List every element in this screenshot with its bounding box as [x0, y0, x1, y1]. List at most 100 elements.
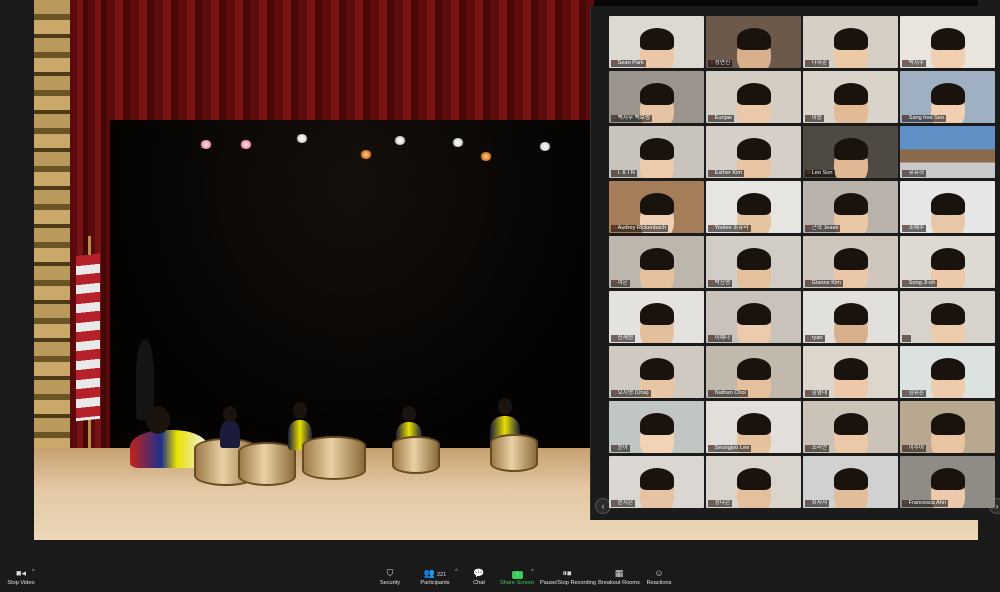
- people-icon: 👥 221: [423, 568, 447, 578]
- mic-muted-icon: ⦸: [904, 390, 908, 396]
- participant-video-tile[interactable]: ⦸이주아: [900, 401, 995, 453]
- participant-video-tile[interactable]: ⦸I. K I N: [609, 126, 704, 178]
- participants-options-caret[interactable]: ^: [455, 569, 458, 575]
- stage-light: [360, 150, 372, 159]
- participant-video-tile[interactable]: ⦸박진영: [706, 236, 801, 288]
- participant-name-label: ⦸: [902, 335, 911, 342]
- video-options-caret[interactable]: ^: [32, 569, 35, 575]
- participant-video-tile[interactable]: ⦸윤지은: [609, 456, 704, 508]
- mic-muted-icon: ⦸: [807, 335, 811, 341]
- participant-name-label: ⦸오지영 (Una): [611, 390, 651, 397]
- participant-video-tile[interactable]: ⦸Yoolee 조유리: [706, 181, 801, 233]
- participant-video-tile[interactable]: ⦸ryan: [803, 291, 898, 343]
- meeting-toolbar: ■◂ Stop Video ^ ⛉ Security 👥 221 Particip…: [0, 566, 1000, 592]
- participant-video-tile[interactable]: ⦸나하준: [803, 16, 898, 68]
- performer-head: [223, 406, 237, 422]
- participant-video-tile[interactable]: ⦸Eunjae: [706, 71, 801, 123]
- mic-muted-icon: ⦸: [807, 500, 811, 506]
- participant-video-tile[interactable]: ⦸: [900, 291, 995, 343]
- mic-muted-icon: ⦸: [613, 445, 617, 451]
- participant-name: 정다은: [714, 500, 731, 506]
- participant-name-label: ⦸이승: [805, 115, 824, 122]
- janggu-drum: [302, 436, 366, 480]
- participant-hair: [930, 248, 965, 270]
- participant-name: Gianne Kim: [811, 280, 841, 286]
- participant-video-tile[interactable]: ⦸오지영 (Una): [609, 346, 704, 398]
- participant-hair: [639, 413, 674, 435]
- participant-video-tile[interactable]: ⦸Audrey Rickenbach: [609, 181, 704, 233]
- participant-video-tile[interactable]: ⦸Francesca Ahn: [900, 456, 995, 508]
- participant-name-label: ⦸I. K I N: [611, 170, 637, 177]
- share-screen-button[interactable]: ↑ Share Screen: [500, 566, 534, 592]
- participant-video-tile[interactable]: ⦸근혁 Jease: [803, 181, 898, 233]
- janggu-drum: [490, 434, 538, 472]
- participant-name: 김유온: [908, 390, 925, 396]
- participant-video-tile[interactable]: ⦸백지우 백보람: [609, 71, 704, 123]
- participant-video-tile[interactable]: ⦸정다은: [706, 456, 801, 508]
- participant-name-label: ⦸여은: [611, 280, 630, 287]
- mic-muted-icon: ⦸: [904, 170, 908, 176]
- chat-button[interactable]: 💬 Chat: [468, 566, 490, 592]
- janggu-drum: [392, 436, 440, 474]
- participant-video-tile[interactable]: ⦸윤아: [609, 401, 704, 453]
- participant-video-tile[interactable]: ⦸Sean Park: [609, 16, 704, 68]
- share-options-caret[interactable]: ^: [531, 569, 534, 575]
- participant-hair: [639, 358, 674, 380]
- participants-button[interactable]: 👥 221 Participants: [418, 566, 452, 592]
- participant-video-tile[interactable]: ⦸조예주: [900, 181, 995, 233]
- mic-muted-icon: ⦸: [710, 225, 714, 231]
- participant-video-tile[interactable]: ⦸최서서: [803, 456, 898, 508]
- participant-hair: [639, 303, 674, 325]
- participant-video-tile[interactable]: ⦸Song Ji-oh: [900, 236, 995, 288]
- stage-light: [240, 140, 252, 149]
- participant-name: 근혁 Jease: [811, 225, 839, 231]
- participant-hair: [736, 28, 771, 50]
- participant-video-tile[interactable]: ⦸박지수: [900, 16, 995, 68]
- participant-name-label: ⦸Seungjoo Lee: [708, 445, 752, 452]
- mic-muted-icon: ⦸: [807, 115, 811, 121]
- reactions-button[interactable]: ☺ Reactions: [644, 566, 674, 592]
- participant-video-tile[interactable]: ⦸Esther Kim: [706, 126, 801, 178]
- participant-video-tile[interactable]: ⦸Leo Son: [803, 126, 898, 178]
- participant-video-tile[interactable]: ⦸Gianne Kim: [803, 236, 898, 288]
- participant-name: Eunjae: [714, 115, 733, 121]
- participant-name: 백지우 백보람: [617, 115, 651, 121]
- mic-muted-icon: ⦸: [807, 280, 811, 286]
- participant-video-tile[interactable]: ⦸김유온: [900, 346, 995, 398]
- participant-hair: [639, 248, 674, 270]
- participant-name-label: ⦸조예주: [902, 225, 927, 232]
- participant-video-tile[interactable]: ⦸이승: [803, 71, 898, 123]
- participant-name: 이승: [811, 115, 822, 121]
- participant-video-tile[interactable]: ⦸이예나: [706, 291, 801, 343]
- share-arrow-icon: ↑: [500, 566, 534, 579]
- participant-hair: [930, 468, 965, 490]
- participant-name-label: ⦸이예나: [708, 335, 733, 342]
- participant-name: 박진영: [714, 280, 731, 286]
- stage-light: [480, 152, 492, 161]
- participant-video-tile[interactable]: ⦸유유하: [900, 126, 995, 178]
- security-button[interactable]: ⛉ Security: [374, 566, 406, 592]
- participant-name: Song Ji-oh: [908, 280, 936, 286]
- participant-video-tile[interactable]: ⦸조리안: [803, 401, 898, 453]
- pause-stop-recording-button[interactable]: ⏸⏹ Pause/Stop Recording: [540, 566, 596, 592]
- participant-video-tile[interactable]: ⦸김형대: [803, 346, 898, 398]
- mic-muted-icon: ⦸: [613, 225, 617, 231]
- participant-video-tile[interactable]: ⦸Seungjoo Lee: [706, 401, 801, 453]
- participant-video-tile[interactable]: ⦸여은: [609, 236, 704, 288]
- participant-name-label: ⦸Yoolee 조유리: [708, 225, 751, 232]
- participant-video-tile[interactable]: ⦸정연진: [706, 16, 801, 68]
- participant-name: ryan: [811, 335, 823, 341]
- participant-video-tile[interactable]: ⦸Sang hee Seo: [900, 71, 995, 123]
- participant-name-label: ⦸Esther Kim: [708, 170, 745, 177]
- participant-hair: [639, 138, 674, 160]
- breakout-rooms-button[interactable]: ▦ Breakout Rooms: [598, 566, 640, 592]
- participant-name-label: ⦸윤지은: [611, 500, 636, 507]
- smiley-plus-icon: ☺: [654, 568, 664, 578]
- participant-video-tile[interactable]: ⦸신재원: [609, 291, 704, 343]
- participant-name-label: ⦸Sean Park: [611, 60, 646, 67]
- participant-hair: [930, 413, 965, 435]
- participant-hair: [833, 413, 868, 435]
- mic-muted-icon: ⦸: [613, 500, 617, 506]
- participant-video-tile[interactable]: ⦸Nathan Choi: [706, 346, 801, 398]
- stage-curtain: [34, 0, 594, 120]
